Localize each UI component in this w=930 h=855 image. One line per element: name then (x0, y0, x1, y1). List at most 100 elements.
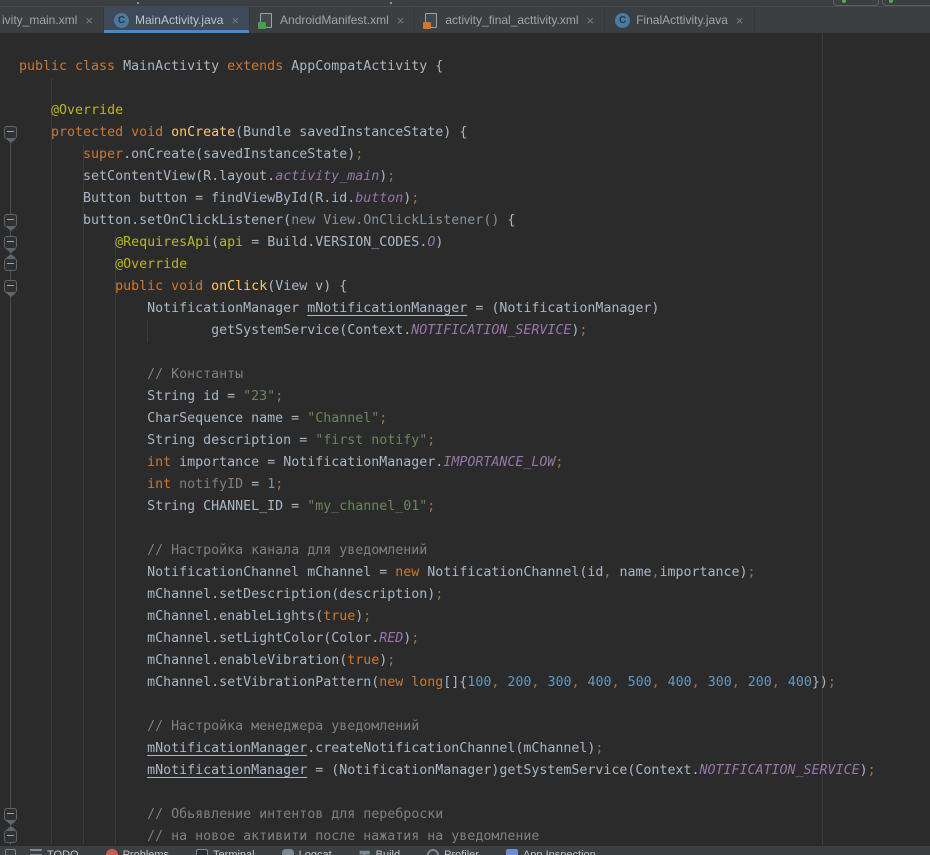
code-line[interactable]: // Настройка канала для уведомлений (0, 540, 930, 562)
tool-window-label: Terminal (213, 849, 255, 855)
code-line[interactable]: mChannel.enableVibration(true); (0, 650, 930, 672)
tool-window-button-build[interactable]: Build (359, 849, 400, 855)
code-token-def: String CHANNEL_ID = (19, 499, 307, 514)
tool-window-button-terminal[interactable]: Terminal (196, 849, 255, 855)
code-token-pun: ; (868, 763, 876, 778)
fold-marker-icon[interactable] (4, 280, 17, 293)
code-line[interactable] (0, 34, 930, 56)
code-token-ann: @Override (51, 103, 123, 118)
code-token-kw: public void (115, 279, 211, 294)
code-line[interactable]: mChannel.setVibrationPattern(new long[]{… (0, 672, 930, 694)
code-line[interactable] (0, 78, 930, 100)
toolbar-tick (390, 2, 392, 4)
code-token-def: = (NotificationManager) (467, 301, 659, 316)
build-icon (359, 849, 371, 855)
tab-finalacttivity-java[interactable]: C FinalActtivity.java × (605, 7, 754, 33)
code-line[interactable]: @Override (0, 100, 930, 122)
code-token-str: "Channel" (307, 411, 379, 426)
tab-ivity-main-xml[interactable]: ivity_main.xml × (0, 7, 104, 33)
tab-close-icon[interactable]: × (397, 14, 405, 27)
code-line[interactable]: setContentView(R.layout.activity_main); (0, 166, 930, 188)
code-token-def (700, 675, 708, 690)
code-line[interactable]: int notifyID = 1; (0, 474, 930, 496)
code-line[interactable]: Button button = findViewById(R.id.button… (0, 188, 930, 210)
code-token-cst: activity_main (275, 169, 379, 184)
code-area[interactable]: public class MainActivity extends AppCom… (0, 34, 930, 848)
code-line[interactable]: mNotificationManager = (NotificationMana… (0, 760, 930, 782)
code-token-def: AppCompatActivity { (291, 59, 443, 74)
code-line[interactable]: // Настройка менеджера уведомлений (0, 716, 930, 738)
code-line[interactable]: int importance = NotificationManager.IMP… (0, 452, 930, 474)
code-token-cmt: // на новое активити после нажатия на ув… (147, 829, 539, 844)
fold-marker-icon[interactable] (4, 126, 17, 139)
code-token-pun: ; (435, 587, 443, 602)
code-editor[interactable]: public class MainActivity extends AppCom… (0, 33, 930, 855)
code-token-cst: button (355, 191, 403, 206)
fold-marker-icon[interactable] (4, 258, 17, 271)
code-token-pun: ; (595, 741, 603, 756)
code-token-def (19, 455, 147, 470)
code-line[interactable]: getSystemService(Context.NOTIFICATION_SE… (0, 320, 930, 342)
code-token-num: 300 (547, 675, 571, 690)
code-line[interactable]: mChannel.setDescription(description); (0, 584, 930, 606)
tool-window-button-app-inspection[interactable]: App Inspection (506, 849, 596, 855)
tool-window-button-logcat[interactable]: Logcat (282, 849, 332, 855)
tab-label: activity_final_acttivity.xml (445, 13, 578, 27)
code-line[interactable]: public class MainActivity extends AppCom… (0, 56, 930, 78)
tab-close-icon[interactable]: × (587, 14, 595, 27)
code-line[interactable]: public void onClick(View v) { (0, 276, 930, 298)
code-line[interactable]: @Override (0, 254, 930, 276)
code-line[interactable]: String description = "first notify"; (0, 430, 930, 452)
tool-window-label: Problems (123, 849, 169, 855)
fold-marker-icon[interactable] (4, 236, 17, 249)
tab-close-icon[interactable]: × (85, 14, 93, 27)
code-line[interactable]: // Обьявление интентов для переброски (0, 804, 930, 826)
run-status-dot-icon (842, 0, 846, 3)
code-line[interactable] (0, 342, 930, 364)
code-line[interactable]: NotificationChannel mChannel = new Notif… (0, 562, 930, 584)
code-line[interactable]: super.onCreate(savedInstanceState); (0, 144, 930, 166)
code-line[interactable]: protected void onCreate(Bundle savedInst… (0, 122, 930, 144)
tab-label: ivity_main.xml (2, 13, 77, 27)
code-line[interactable]: mChannel.enableLights(true); (0, 606, 930, 628)
code-line[interactable]: CharSequence name = "Channel"; (0, 408, 930, 430)
code-line[interactable]: String CHANNEL_ID = "my_channel_01"; (0, 496, 930, 518)
tool-window-button-problems[interactable]: Problems (106, 849, 169, 855)
code-line[interactable]: NotificationManager mNotificationManager… (0, 298, 930, 320)
code-token-def: ) (860, 763, 868, 778)
code-line[interactable]: mChannel.setLightColor(Color.RED); (0, 628, 930, 650)
code-line[interactable] (0, 518, 930, 540)
code-token-pun: ; (411, 631, 419, 646)
code-line[interactable]: button.setOnClickListener(new View.OnCli… (0, 210, 930, 232)
code-token-def (19, 719, 147, 734)
code-token-def (19, 741, 147, 756)
code-line[interactable]: String id = "23"; (0, 386, 930, 408)
fold-marker-icon[interactable] (4, 808, 17, 821)
tab-close-icon[interactable]: × (231, 14, 239, 27)
code-token-def: mChannel.setDescription(description) (19, 587, 435, 602)
tab-activity-final-acttivity-xml[interactable]: activity_final_acttivity.xml × (415, 7, 605, 33)
code-line[interactable] (0, 782, 930, 804)
tab-mainactivity-java[interactable]: CMainActivity.java× (104, 7, 250, 33)
tab-androidmanifest-xml[interactable]: AndroidManifest.xml× (250, 7, 415, 33)
device-chip[interactable] (882, 0, 930, 6)
fold-marker-icon[interactable] (4, 214, 17, 227)
code-token-def (19, 103, 51, 118)
tool-window-button-todo[interactable]: TODO (30, 849, 79, 855)
java-class-icon: C (615, 13, 630, 28)
terminal-icon (196, 849, 208, 855)
code-token-fld: mNotificationManager (147, 763, 307, 778)
run-config-chip[interactable] (833, 0, 879, 6)
code-line[interactable]: @RequiresApi(api = Build.VERSION_CODES.O… (0, 232, 930, 254)
code-token-def (660, 675, 668, 690)
tool-window-button-profiler[interactable]: Profiler (427, 849, 479, 855)
tab-close-icon[interactable]: × (736, 14, 744, 27)
code-line[interactable] (0, 694, 930, 716)
code-line[interactable]: // Константы (0, 364, 930, 386)
code-token-pun: ; (387, 653, 395, 668)
fold-marker-icon[interactable] (4, 830, 17, 843)
tab-label: FinalActtivity.java (636, 13, 728, 27)
code-token-def: ) (435, 235, 443, 250)
code-line[interactable]: mNotificationManager.createNotificationC… (0, 738, 930, 760)
tool-window-icon[interactable] (5, 849, 16, 855)
